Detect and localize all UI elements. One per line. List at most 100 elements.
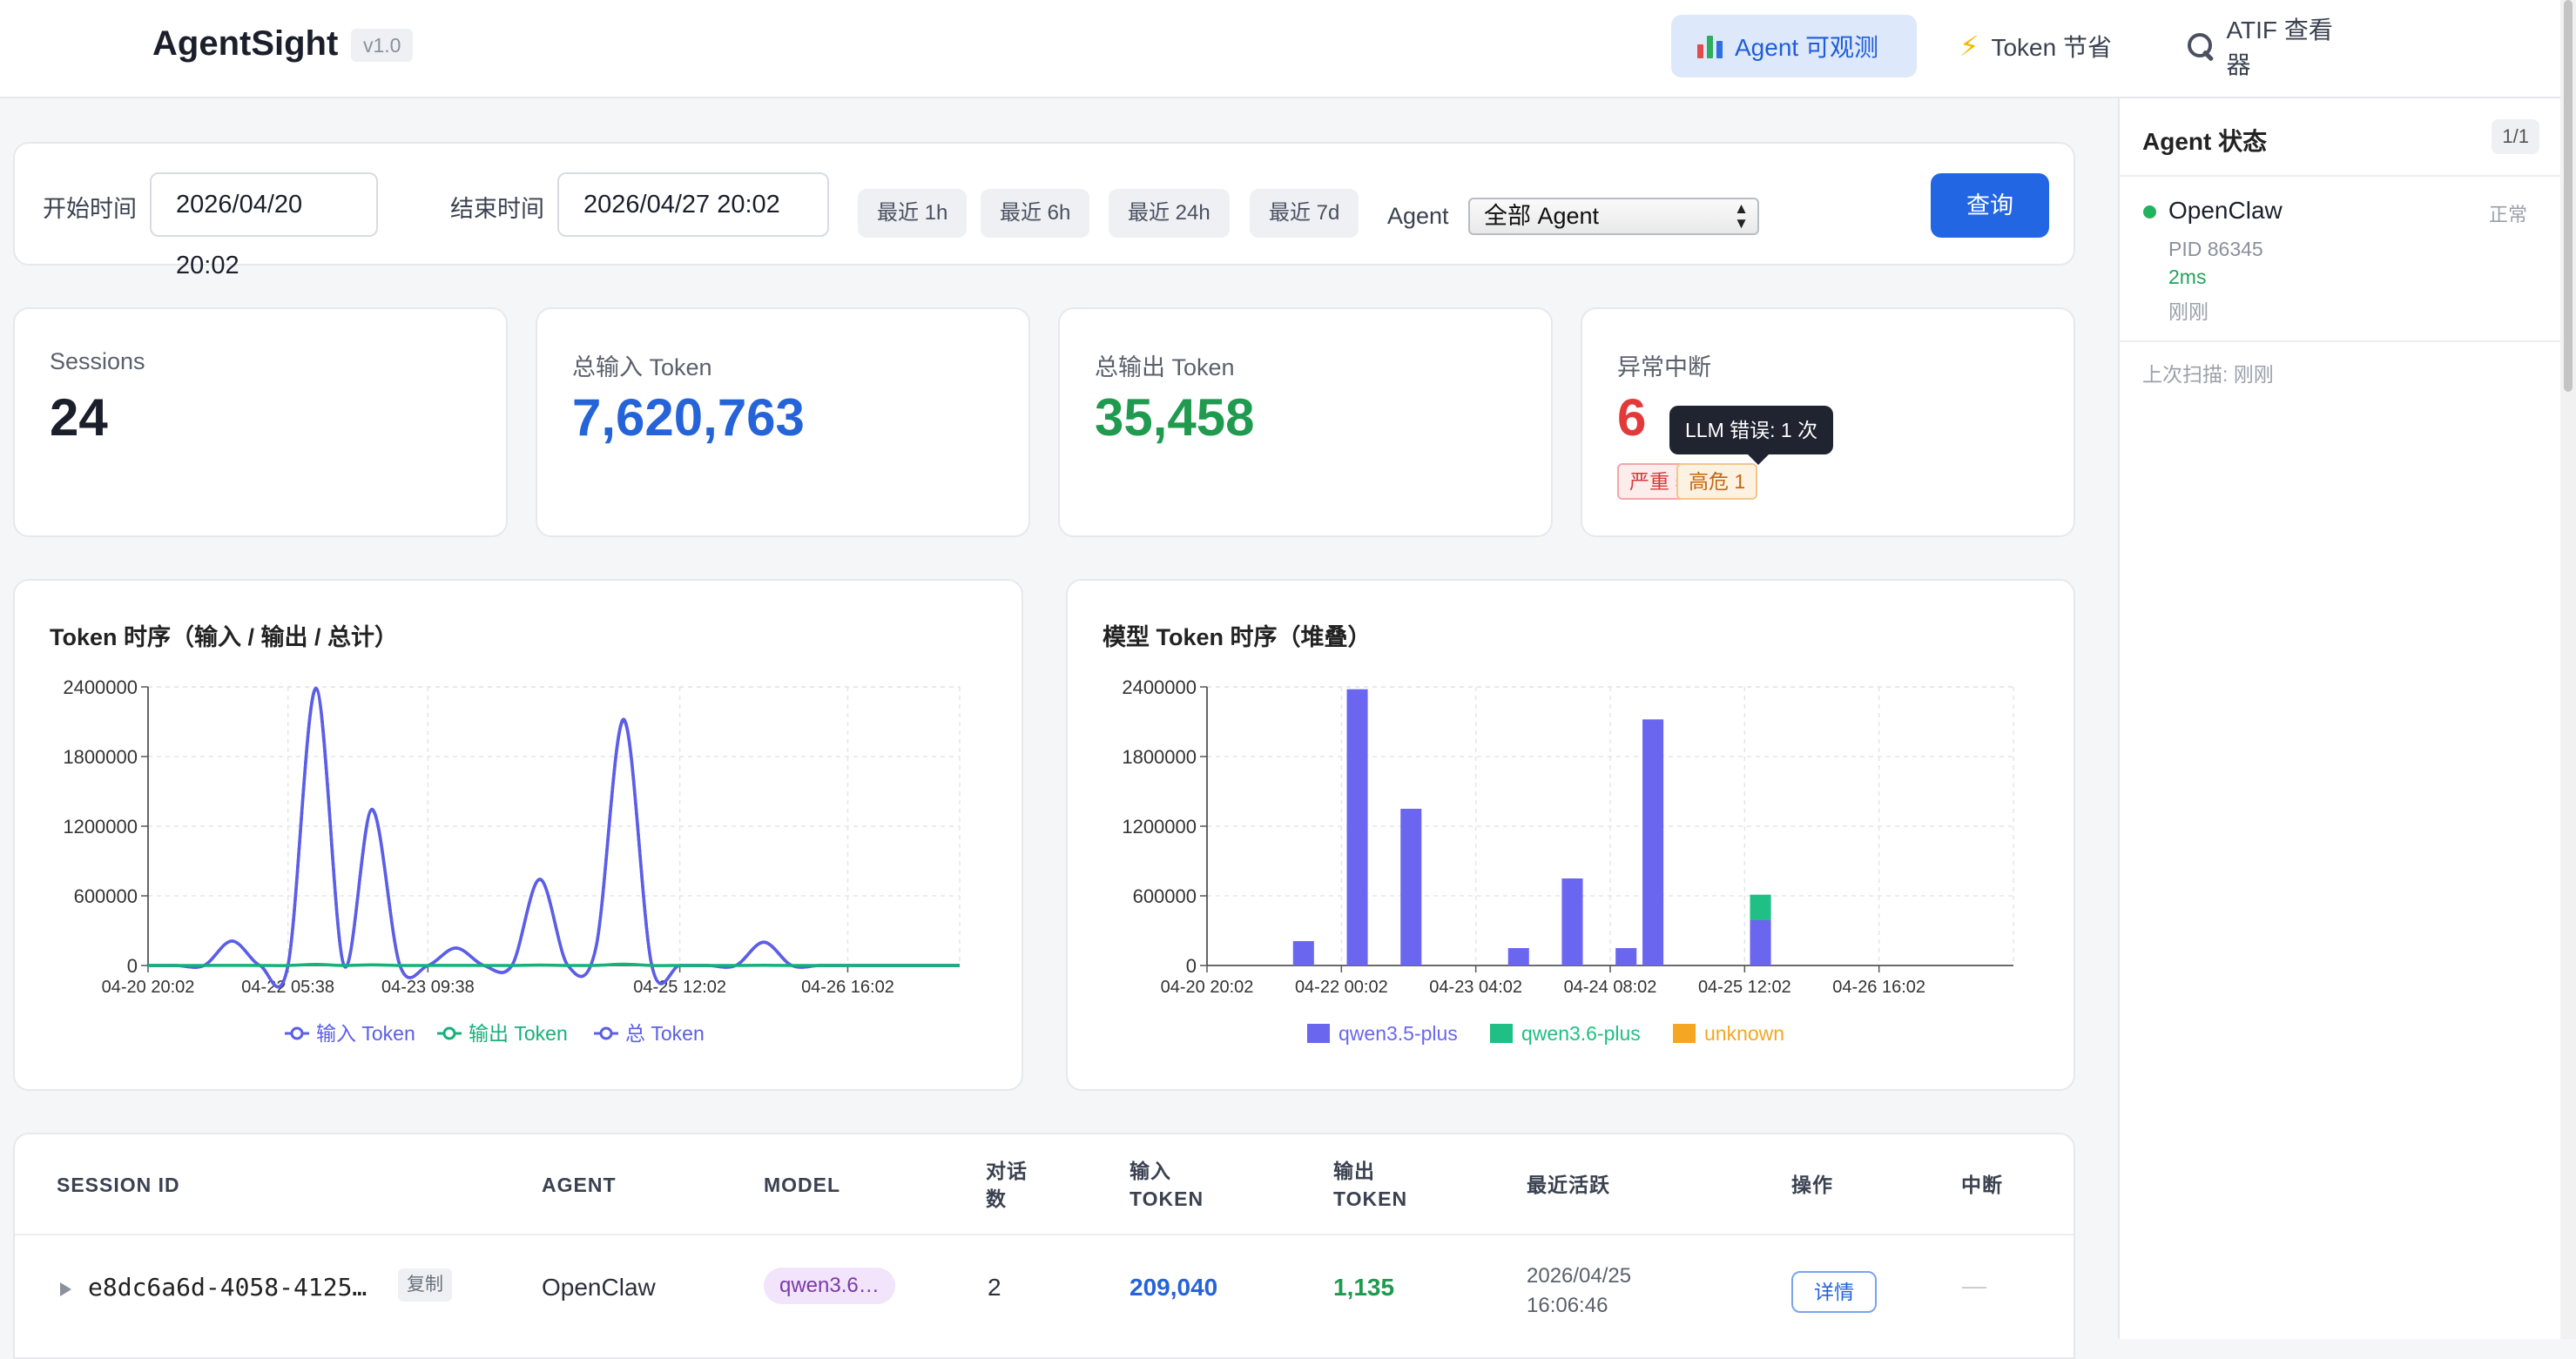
stat-label: 总输入 Token <box>572 354 712 380</box>
legend-swatch <box>1490 1024 1513 1043</box>
bar-segment <box>1400 809 1422 965</box>
scrollbar-thumb[interactable] <box>2564 0 2573 392</box>
legend-label: unknown <box>1704 1022 1784 1045</box>
bar-segment <box>1292 941 1314 965</box>
y-tick-label: 1800000 <box>63 746 138 768</box>
y-tick-label: 600000 <box>74 885 138 907</box>
col-header-output-line2: TOKEN <box>1333 1187 1408 1210</box>
x-tick-label: 04-25 12:02 <box>633 978 726 997</box>
series-line-1 <box>148 962 960 967</box>
x-tick-label: 04-25 12:02 <box>1698 978 1791 997</box>
panel-title: Agent 状态 <box>2142 128 2268 155</box>
range-6h-button[interactable]: 最近 6h <box>981 189 1090 238</box>
last-active-time: 16:06:46 <box>1527 1294 1608 1317</box>
x-tick-label: 04-26 16:02 <box>1832 978 1925 997</box>
bar-segment <box>1346 689 1368 965</box>
agent-status-panel: Agent 状态 1/1 OpenClaw 正常 PID 86345 2ms 刚… <box>2118 98 2562 1339</box>
x-tick-label: 04-24 08:02 <box>1564 978 1657 997</box>
col-header-agent[interactable]: AGENT <box>542 1171 617 1199</box>
stat-card-sessions: Sessions 24 <box>13 307 508 537</box>
session-id-cell: e8dc6a6d-4058-4125… <box>88 1273 368 1302</box>
nav-label: ATIF 查看器 <box>2226 17 2333 78</box>
stat-value: 6 <box>1617 388 1647 447</box>
header-divider <box>15 1234 2074 1235</box>
col-header-turns-line1: 对话 <box>986 1160 1028 1182</box>
stat-label: 异常中断 <box>1617 354 1711 380</box>
col-header-session-id[interactable]: SESSION ID <box>57 1171 180 1199</box>
legend-swatch <box>1673 1024 1696 1043</box>
model-token-stacked-chart[interactable]: 2400000 1800000 1200000 600000 004-20 20:02 0… <box>1068 581 2077 1093</box>
y-tick-label: 2400000 <box>1122 676 1197 698</box>
last-scan-text: 上次扫描: 刚刚 <box>2142 363 2274 386</box>
page-scrollbar[interactable] <box>2560 0 2576 1339</box>
model-token-stacked-chart-card: 模型 Token 时序（堆叠） 2400000 1800000 1200000 600… <box>1066 579 2075 1091</box>
bar-segment <box>1561 878 1583 965</box>
x-tick-label: 04-22 05:38 <box>241 978 334 997</box>
y-tick-label: 0 <box>127 955 138 977</box>
col-header-last-active[interactable]: 最近活跃 <box>1527 1171 1610 1199</box>
legend-marker <box>290 1026 304 1040</box>
token-timeseries-chart-card: Token 时序（输入 / 输出 / 总计） 2400000 1800000 120… <box>13 579 1023 1091</box>
brand-logo[interactable]: AgentSight <box>152 24 338 64</box>
stat-value: 7,620,763 <box>572 388 805 447</box>
agent-filter-label: Agent <box>1387 203 1449 229</box>
col-header-turns[interactable]: 对话 数 <box>986 1157 1028 1213</box>
col-header-input-line1: 输入 <box>1130 1160 1171 1182</box>
agent-select[interactable]: 全部 Agent ▲ ▼ <box>1468 198 1759 235</box>
input-token-cell: 209,040 <box>1130 1274 1218 1301</box>
top-header: AgentSight v1.0 Agent 可观测 ⚡ Token 节省 ATI… <box>0 0 2576 98</box>
range-7d-button[interactable]: 最近 7d <box>1250 189 1359 238</box>
col-header-model[interactable]: MODEL <box>764 1171 840 1199</box>
x-tick-label: 04-23 04:02 <box>1429 978 1522 997</box>
nav-label: Agent 可观测 <box>1735 34 1878 61</box>
bar-segment <box>1615 948 1637 965</box>
model-pill: qwen3.6… <box>764 1268 895 1304</box>
col-header-action: 操作 <box>1791 1174 1833 1196</box>
col-header-output-token[interactable]: 输出 TOKEN <box>1333 1157 1407 1213</box>
x-tick-label: 04-23 09:38 <box>381 978 475 997</box>
x-tick-label: 04-20 20:02 <box>1161 978 1254 997</box>
agent-latency: 2ms <box>2168 266 2207 288</box>
copy-button[interactable]: 复制 <box>398 1268 452 1302</box>
version-badge: v1.0 <box>351 29 414 62</box>
y-tick-label: 1800000 <box>1122 746 1197 768</box>
legend-label: 总 Token <box>625 1022 705 1045</box>
legend-swatch <box>1307 1024 1330 1043</box>
status-dot-icon <box>2143 205 2156 219</box>
token-timeseries-chart[interactable]: 2400000 1800000 1200000 600000 004-20 20:02 0… <box>15 581 1025 1093</box>
last-active-date: 2026/04/25 <box>1527 1264 1632 1288</box>
high-risk-badge[interactable]: 高危 1 <box>1676 463 1758 500</box>
bar-segment <box>1750 920 1771 965</box>
y-tick-label: 2400000 <box>63 676 138 698</box>
detail-button[interactable]: 详情 <box>1791 1271 1877 1313</box>
nav-token-savings[interactable]: ⚡ Token 节省 <box>1933 15 2142 77</box>
end-time-label: 结束时间 <box>450 196 544 222</box>
y-tick-label: 1200000 <box>63 816 138 838</box>
stat-card-anomaly: 异常中断 6 严重 5 高危 1 LLM 错误: 1 次 <box>1581 307 2075 537</box>
range-1h-button[interactable]: 最近 1h <box>858 189 968 238</box>
col-header-input-token[interactable]: 输入 TOKEN <box>1130 1157 1204 1213</box>
nav-atif-viewer[interactable]: ATIF 查看器 <box>2160 15 2377 78</box>
col-header-interrupt: 中断 <box>1961 1174 2003 1196</box>
x-tick-label: 04-22 00:02 <box>1295 978 1388 997</box>
panel-divider <box>2120 340 2562 342</box>
col-header-output-line1: 输出 <box>1333 1160 1375 1182</box>
range-24h-button[interactable]: 最近 24h <box>1109 189 1230 238</box>
bar-segment <box>1750 894 1771 920</box>
series-line-2 <box>148 686 960 989</box>
legend-label: 输出 Token <box>469 1022 568 1045</box>
stat-value: 24 <box>50 388 108 447</box>
output-token-cell: 1,135 <box>1333 1274 1395 1301</box>
filter-bar: 开始时间 2026/04/20 20:02 结束时间 2026/04/27 20… <box>13 142 2075 279</box>
stat-value: 35,458 <box>1095 388 1255 447</box>
interrupt-cell: — <box>1962 1272 1986 1299</box>
expand-arrow-icon[interactable] <box>60 1282 71 1296</box>
agent-pid: PID 86345 <box>2168 238 2263 260</box>
panel-divider <box>2120 175 2562 177</box>
end-time-input[interactable]: 2026/04/27 20:02 <box>557 172 829 237</box>
updown-arrows-icon: ▲ ▼ <box>1734 200 1749 232</box>
start-time-input[interactable]: 2026/04/20 20:02 <box>150 172 378 279</box>
stat-label: 总输出 Token <box>1095 354 1235 380</box>
query-button[interactable]: 查询 <box>1931 173 2049 238</box>
nav-agent-observability[interactable]: Agent 可观测 <box>1671 15 1917 77</box>
